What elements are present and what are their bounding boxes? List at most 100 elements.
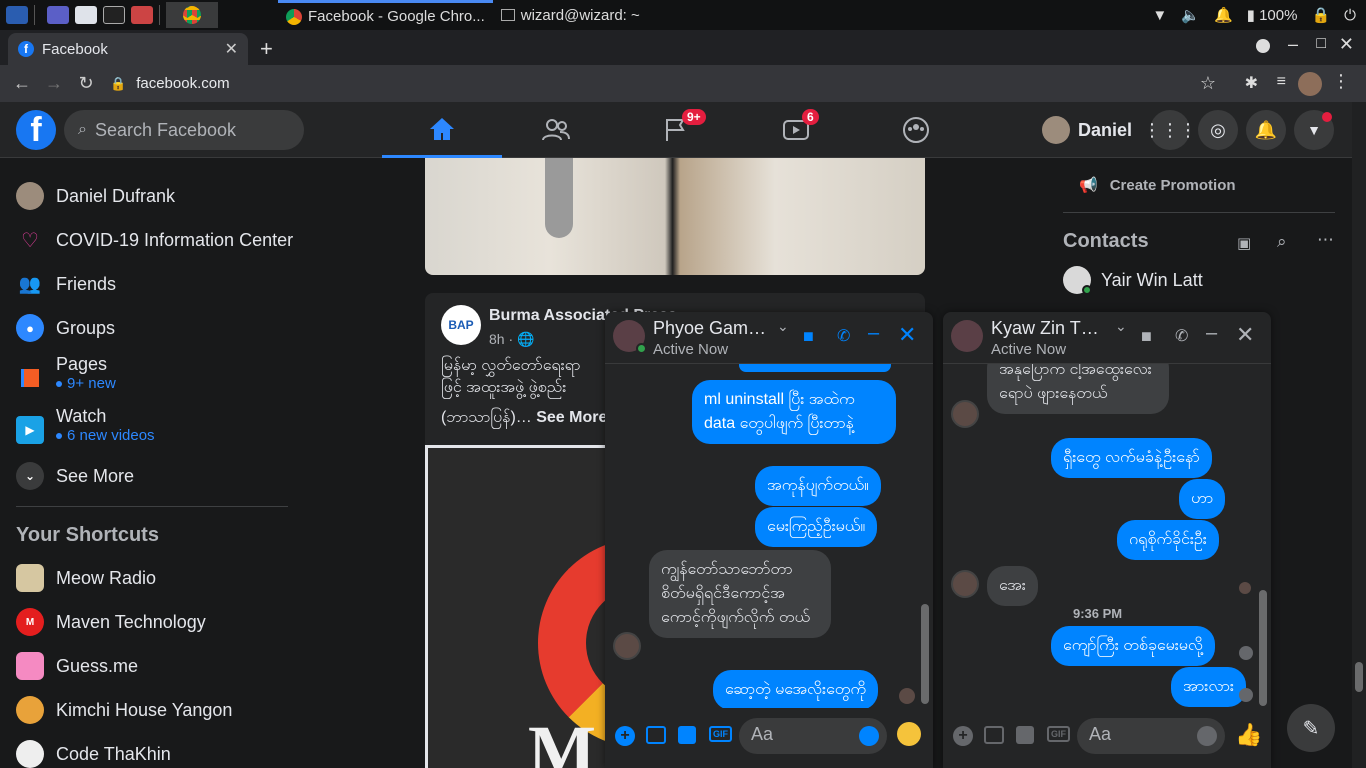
nav-pages-tab[interactable]: 9+ [616,102,736,158]
contact-item[interactable]: Yair Win Latt [1063,266,1203,295]
message-bubble[interactable] [739,364,891,372]
nav-home-tab[interactable] [382,102,502,158]
tab-search-icon[interactable] [1256,39,1270,53]
sidebar-item-watch[interactable]: ▶ Watch 6 new videos [16,406,155,444]
close-chat-icon[interactable]: ✕ [1236,322,1254,348]
sidebar-item-covid[interactable]: ♡ COVID-19 Information Center [16,226,293,254]
message-bubble[interactable]: ကျွန်တော်သာဘော်တာ စိတ်မရှိရင်ဒီကောင့်အ က… [649,550,831,638]
message-bubble[interactable]: ဂရုစိုက်ခိုင်းဦး [1117,520,1219,560]
desktop-icon[interactable] [47,6,69,24]
media-control-icon[interactable]: ≡ [1277,73,1286,91]
page-avatar[interactable]: BAP [441,305,481,345]
volume-icon[interactable]: 🔈 [1181,6,1200,24]
chevron-down-icon[interactable]: ⌄ [777,318,789,335]
shortcut-item[interactable]: Meow Radio [16,564,156,592]
sidebar-item-profile[interactable]: Daniel Dufrank [16,182,175,210]
gif-icon[interactable]: GIF [1047,726,1070,742]
message-input[interactable]: Aa [739,718,887,754]
close-tab-icon[interactable]: ✕ [225,39,238,59]
nav-friends-tab[interactable] [496,102,616,158]
emoji-icon[interactable] [859,726,879,746]
message-bubble[interactable]: ml uninstall ပြီး အထဲက data တွေပါဖျက် ပြ… [692,380,896,444]
message-bubble[interactable]: အေး [987,566,1038,606]
chrome-launcher[interactable] [166,2,218,28]
close-chat-icon[interactable]: ✕ [898,322,916,348]
terminal-icon[interactable] [103,6,125,24]
video-call-icon[interactable]: ■ [1141,326,1152,347]
previous-post-image[interactable] [425,158,925,275]
battery-indicator[interactable]: ▮ 100% [1247,6,1298,24]
minimize-window-icon[interactable]: – [1288,34,1298,55]
file-manager-icon[interactable] [75,6,97,24]
forward-button[interactable]: → [38,68,70,100]
shortcut-item[interactable]: Guess.me [16,652,138,680]
sidebar-see-more[interactable]: ⌄ See More [16,462,134,490]
phone-icon[interactable]: ✆ [837,326,850,346]
screen-recorder-icon[interactable] [131,6,153,24]
chat-header[interactable]: Phyoe Gam… ⌄ Active Now ■ ✆ – ✕ [605,312,933,364]
reload-button[interactable]: ↻ [70,68,102,100]
account-button[interactable]: ▼ [1294,110,1334,150]
message-bubble[interactable]: အကုန်ပျက်တယ်။ [755,466,881,506]
message-bubble[interactable]: ဟာ [1179,479,1226,519]
emoji-reaction-icon[interactable] [897,722,921,746]
video-room-icon[interactable]: ▣ [1237,234,1251,252]
new-tab-button[interactable]: + [260,36,273,62]
plus-icon[interactable]: + [615,726,635,746]
sidebar-item-pages[interactable]: Pages 9+ new [16,354,116,392]
minimize-chat-icon[interactable]: – [868,322,879,345]
browser-tab[interactable]: f Facebook ✕ [8,33,248,65]
video-call-icon[interactable]: ■ [803,326,814,347]
message-bubble[interactable]: ဆော့တဲ့ မအေလိုးတွေကို [713,670,879,708]
message-bubble[interactable]: ကျော်ကြီး တစ်ခုမေးမလို့ [1051,626,1215,666]
close-window-icon[interactable]: ✕ [1339,34,1354,55]
more-options-icon[interactable]: ⋯ [1317,230,1334,250]
sidebar-item-friends[interactable]: 👥 Friends [16,270,116,298]
message-bubble[interactable]: အနုပြောက ငါ့အထွေးလေးရောပဲ ဖျားနေတယ် [987,364,1169,414]
search-contacts-icon[interactable]: ⌕ [1277,232,1287,252]
image-icon[interactable] [646,726,666,744]
create-promotion-button[interactable]: 📢 Create Promotion [1079,176,1236,195]
sticker-icon[interactable] [678,726,696,744]
nav-watch-tab[interactable]: 6 [736,102,856,158]
message-bubble[interactable]: အားလား [1171,667,1246,707]
shortcut-item[interactable]: Kimchi House Yangon [16,696,232,724]
notifications-button[interactable]: 🔔 [1246,110,1286,150]
chat-scrollbar[interactable] [921,604,929,704]
app-menu-icon[interactable] [6,6,28,24]
post-time[interactable]: 8h · [489,331,513,347]
minimize-chat-icon[interactable]: – [1206,322,1217,345]
emoji-icon[interactable] [1197,726,1217,746]
shortcut-item[interactable]: Code ThaKhin [16,740,171,768]
chrome-menu-icon[interactable]: ⋮ [1332,71,1350,92]
profile-button[interactable]: Daniel [1042,112,1132,148]
messenger-button[interactable]: ◎ [1198,110,1238,150]
power-icon[interactable]: ⏻ [1344,7,1356,24]
see-more-link[interactable]: See More [536,409,607,426]
facebook-logo[interactable]: f [16,110,56,150]
taskbar-task-terminal[interactable]: wizard@wizard: ~ [493,0,648,30]
maximize-window-icon[interactable]: □ [1316,35,1326,53]
sidebar-item-groups[interactable]: ● Groups [16,314,115,342]
message-bubble[interactable]: မေးကြည့်ဦးမယ်။ [755,507,878,547]
plus-icon[interactable]: + [953,726,973,746]
menu-button[interactable]: ⋮⋮⋮ [1143,110,1197,150]
bookmark-star-icon[interactable]: ☆ [1200,73,1216,94]
back-button[interactable]: ← [6,68,38,100]
nav-groups-tab[interactable] [856,102,976,158]
taskbar-task-chrome[interactable]: Facebook - Google Chro... [278,0,493,30]
gif-icon[interactable]: GIF [709,726,732,742]
image-icon[interactable] [984,726,1004,744]
chat-header[interactable]: Kyaw Zin T… ⌄ Active Now ■ ✆ – ✕ [943,312,1271,364]
sticker-icon[interactable] [1016,726,1034,744]
extensions-icon[interactable]: ✱ [1245,73,1258,93]
message-input[interactable]: Aa [1077,718,1225,754]
lock-icon[interactable]: 🔒 [1311,6,1330,24]
wifi-icon[interactable]: ▼ [1152,7,1167,24]
shortcut-item[interactable]: M Maven Technology [16,608,206,636]
phone-icon[interactable]: ✆ [1175,326,1188,346]
notification-bell-icon[interactable]: 🔔 [1214,6,1233,24]
address-bar[interactable]: 🔒 facebook.com [110,75,230,92]
search-input[interactable]: ⌕ Search Facebook [64,110,304,150]
chrome-profile-avatar[interactable] [1298,72,1322,96]
